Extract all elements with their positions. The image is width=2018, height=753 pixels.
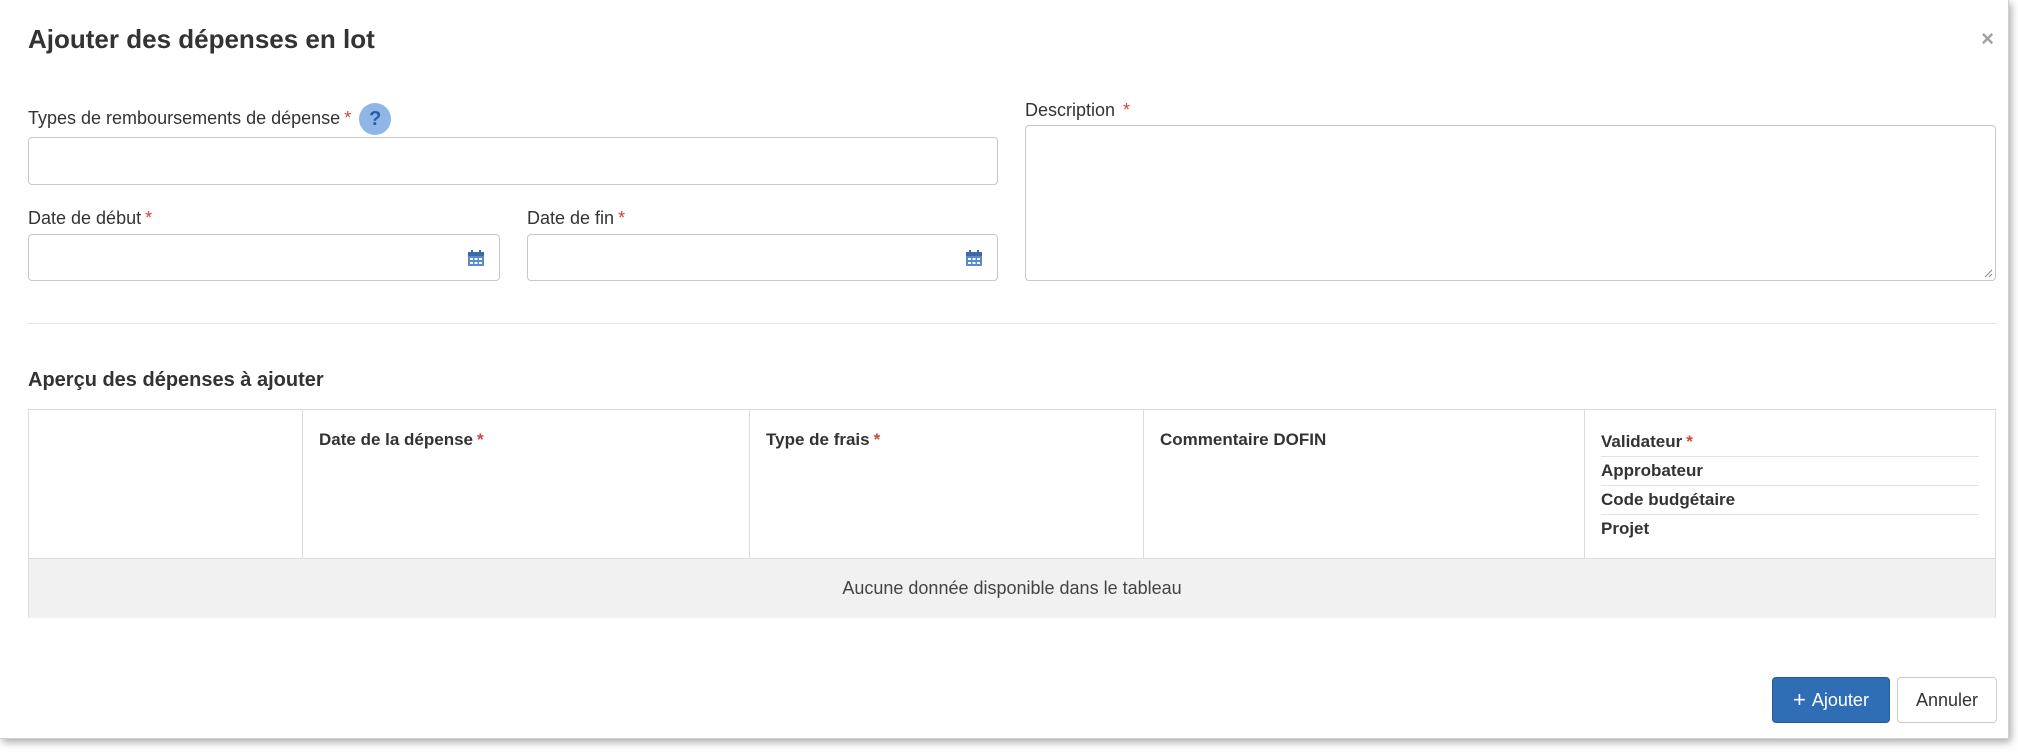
- stacked-header-project: Projet: [1601, 519, 1650, 538]
- cancel-button[interactable]: Annuler: [1897, 677, 1997, 723]
- types-label-group: Types de remboursements de dépense *?: [28, 103, 392, 135]
- description-label: Description: [1025, 100, 1116, 120]
- cancel-button-label: Annuler: [1915, 690, 1979, 710]
- batch-expense-modal: Ajouter des dépenses en lot × Types de r…: [0, 0, 2009, 739]
- stacked-header-item: Projet: [1601, 515, 1979, 543]
- required-marker: *: [873, 430, 881, 449]
- column-header-dofin-comment[interactable]: Commentaire DOFIN: [1144, 410, 1585, 558]
- close-icon[interactable]: ×: [1981, 26, 1994, 52]
- preview-section-title: Aperçu des dépenses à ajouter: [28, 369, 324, 391]
- start-date-input[interactable]: [28, 234, 500, 281]
- stacked-header-item: Approbateur: [1601, 457, 1979, 486]
- end-date-label: Date de fin: [527, 208, 615, 228]
- column-header-expense-date[interactable]: Date de la dépense *: [303, 410, 750, 558]
- required-marker: *: [1123, 100, 1131, 120]
- start-date-label-group: Date de début *: [28, 208, 152, 229]
- required-marker: *: [477, 430, 484, 449]
- column-header-approvals[interactable]: Validateur * Approbateur Code budgétaire …: [1585, 410, 1995, 558]
- column-header-empty: [29, 410, 303, 558]
- plus-icon: +: [1793, 687, 1806, 712]
- section-divider: [28, 323, 1996, 324]
- required-marker: *: [618, 208, 626, 228]
- column-header-label: Type de frais: [766, 430, 870, 449]
- calendar-icon[interactable]: [965, 249, 983, 267]
- stacked-header-approver: Approbateur: [1601, 461, 1703, 480]
- stacked-header-item: Code budgétaire: [1601, 486, 1979, 515]
- required-marker: *: [145, 208, 153, 228]
- description-label-group: Description *: [1025, 100, 1130, 121]
- stacked-header-list: Validateur * Approbateur Code budgétaire …: [1601, 428, 1979, 543]
- stacked-header-validator: Validateur: [1601, 432, 1683, 451]
- types-label: Types de remboursements de dépense: [28, 107, 341, 128]
- help-icon[interactable]: ?: [359, 103, 392, 135]
- end-date-label-group: Date de fin *: [527, 208, 625, 229]
- start-date-label: Date de début: [28, 208, 142, 228]
- resize-handle-icon[interactable]: [1983, 268, 1993, 278]
- column-header-label-group: Type de frais *: [766, 430, 880, 450]
- stacked-header-item: Validateur *: [1601, 428, 1979, 457]
- calendar-icon[interactable]: [467, 249, 485, 267]
- required-marker: *: [1686, 432, 1693, 451]
- column-header-label: Commentaire DOFIN: [1160, 430, 1327, 449]
- preview-table: Date de la dépense * Type de frais * Comme…: [28, 409, 1996, 618]
- description-textarea[interactable]: [1025, 125, 1996, 281]
- modal-title: Ajouter des dépenses en lot: [28, 24, 375, 54]
- add-button[interactable]: + Ajouter: [1772, 677, 1890, 723]
- column-header-expense-type[interactable]: Type de frais *: [750, 410, 1144, 558]
- column-header-label: Date de la dépense: [319, 430, 474, 449]
- required-marker: *: [344, 107, 352, 128]
- column-header-label-group: Date de la dépense *: [319, 430, 484, 450]
- end-date-input[interactable]: [527, 234, 998, 281]
- types-input[interactable]: [28, 137, 998, 185]
- empty-table-message: Aucune donnée disponible dans le tableau: [29, 558, 1995, 618]
- stacked-header-budget-code: Code budgétaire: [1601, 490, 1736, 509]
- add-button-label: Ajouter: [1811, 690, 1869, 710]
